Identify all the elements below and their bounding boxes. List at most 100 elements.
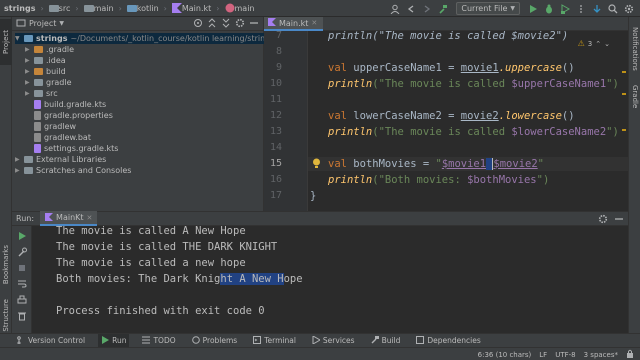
caret-position-widget[interactable]: 6:36 (10 chars): [478, 351, 532, 359]
breadcrumb-project[interactable]: strings: [0, 0, 39, 17]
gradle-tool-tab[interactable]: Gradle: [629, 81, 640, 113]
tool-tab-label: Services: [322, 336, 355, 345]
breadcrumb-kotlin[interactable]: kotlin: [123, 0, 163, 17]
close-icon[interactable]: ✕: [311, 19, 317, 27]
trash-icon[interactable]: [16, 310, 28, 322]
project-tree-item[interactable]: ▶ External Libraries: [15, 154, 106, 165]
notifications-tool-tab[interactable]: Notifications: [629, 21, 640, 77]
function-token: println: [328, 126, 373, 138]
run-panel-tools: [598, 212, 624, 227]
code-text: println("The movie is called $movie2"): [328, 31, 569, 42]
tool-tab-version-control[interactable]: Version Control: [14, 334, 88, 348]
project-tree-item[interactable]: ▶ Scratches and Consoles: [15, 165, 131, 176]
project-tree-item[interactable]: ▶ build: [25, 66, 66, 77]
gear-icon[interactable]: [235, 18, 245, 30]
chevron-down-icon[interactable]: ▼: [59, 20, 64, 27]
code-editor[interactable]: 7 8 9 10 11 12 13 14 15 16 17 ⚠ 3 ⌃ ⌄ println("The…: [264, 31, 628, 211]
hide-icon[interactable]: [614, 214, 624, 226]
project-tree-item[interactable]: gradle.properties: [25, 110, 113, 121]
chevron-down-icon[interactable]: ▼: [15, 35, 21, 42]
warning-marker[interactable]: [622, 93, 626, 95]
tool-tab-problems[interactable]: Problems: [189, 334, 241, 348]
breadcrumb-main[interactable]: main: [80, 0, 118, 17]
tool-tab-terminal[interactable]: Terminal: [250, 334, 299, 348]
line-number: 12: [269, 110, 282, 121]
rerun-icon[interactable]: [16, 230, 28, 242]
project-tree-item[interactable]: ▶ gradle: [25, 77, 72, 88]
gear-icon[interactable]: [622, 2, 636, 16]
tool-tab-run[interactable]: Run: [98, 333, 130, 348]
user-icon[interactable]: [388, 2, 402, 16]
collapse-all-icon[interactable]: [207, 18, 217, 30]
locate-icon[interactable]: [193, 18, 203, 30]
identifier-token: upperCaseName1 =: [353, 62, 461, 74]
project-tool-tab[interactable]: Project: [0, 19, 12, 65]
close-icon[interactable]: ✕: [87, 214, 93, 222]
expand-all-icon[interactable]: [221, 18, 231, 30]
wrench-icon[interactable]: [16, 246, 28, 258]
tool-tab-services[interactable]: Services: [309, 334, 358, 348]
editor-tab-main-kt[interactable]: Main.kt ✕: [264, 17, 324, 31]
chevron-right-icon[interactable]: ▶: [25, 79, 31, 86]
bottom-tool-tabs: Version Control Run TODO Problems Termin…: [0, 333, 640, 348]
bookmarks-tool-tab[interactable]: Bookmarks: [0, 241, 12, 289]
editor-tab-label: Main.kt: [279, 18, 309, 28]
breadcrumb-file[interactable]: Main.kt: [168, 0, 215, 17]
run-tab-mainkt[interactable]: MainKt ✕: [40, 211, 98, 226]
project-tree-item[interactable]: ▼ strings ~/Documents/_kotlin_course/kotli…: [15, 33, 275, 44]
chevron-right-icon[interactable]: ▶: [15, 156, 21, 163]
line-number: 7: [275, 31, 282, 41]
encoding-widget[interactable]: UTF-8: [555, 351, 575, 359]
project-tree-item[interactable]: build.gradle.kts: [25, 99, 106, 110]
chevron-down-icon[interactable]: ⌄: [604, 40, 610, 48]
debug-icon[interactable]: [542, 2, 556, 16]
chevron-right-icon[interactable]: ▶: [25, 57, 31, 64]
run-icon[interactable]: [526, 2, 540, 16]
inspection-widget[interactable]: ⚠ 3 ⌃ ⌄: [578, 39, 610, 48]
stop-icon[interactable]: [16, 262, 28, 274]
lock-icon[interactable]: [626, 349, 634, 360]
line-number: 13: [269, 126, 282, 137]
console-line: The movie is called THE DARK KNIGHT: [56, 241, 278, 253]
tool-tab-build[interactable]: Build: [368, 334, 404, 348]
project-tree-item[interactable]: ▶ src: [25, 88, 58, 99]
project-path: ~/Documents/_kotlin_course/kotlin learni…: [70, 34, 275, 43]
soft-wrap-icon[interactable]: [16, 278, 28, 290]
project-tree-item[interactable]: gradlew: [25, 121, 76, 132]
editor-scrollbar[interactable]: [622, 31, 628, 211]
line-separator-widget[interactable]: LF: [539, 351, 547, 359]
project-tree-item[interactable]: ▶ .gradle: [25, 44, 74, 55]
print-icon[interactable]: [16, 294, 28, 306]
vcs-update-icon[interactable]: [590, 2, 604, 16]
indent-widget[interactable]: 3 spaces*: [584, 351, 618, 359]
back-arrow-icon[interactable]: [404, 2, 418, 16]
structure-tool-tab[interactable]: Structure: [0, 293, 12, 337]
run-configuration-dropdown[interactable]: Current File ▼: [456, 2, 520, 15]
breadcrumb-function[interactable]: main: [221, 0, 259, 17]
project-tree-item[interactable]: settings.gradle.kts: [25, 143, 118, 154]
tool-tab-dependencies[interactable]: Dependencies: [413, 334, 483, 348]
tool-tab-todo[interactable]: TODO: [139, 334, 178, 348]
project-panel-title[interactable]: Project: [29, 19, 56, 28]
intention-bulb-icon[interactable]: [312, 158, 321, 171]
project-tree-item[interactable]: gradlew.bat: [25, 132, 91, 143]
build-hammer-icon[interactable]: [436, 2, 450, 16]
warning-marker[interactable]: [622, 129, 626, 131]
project-panel-tools: [193, 17, 259, 31]
coverage-icon[interactable]: [558, 2, 572, 16]
warning-marker[interactable]: [622, 71, 626, 73]
tool-tab-label: TODO: [153, 336, 176, 345]
breadcrumb-src[interactable]: src: [45, 0, 75, 17]
chevron-right-icon[interactable]: ▶: [25, 46, 31, 53]
chevron-right-icon[interactable]: ▶: [15, 167, 21, 174]
gear-icon[interactable]: [598, 214, 608, 226]
search-icon[interactable]: [606, 2, 620, 16]
chevron-right-icon[interactable]: ▶: [25, 90, 31, 97]
forward-arrow-icon[interactable]: [420, 2, 434, 16]
run-console-output[interactable]: The movie is called A New Hope The movie…: [32, 226, 628, 333]
more-actions-icon[interactable]: [574, 2, 588, 16]
chevron-up-icon[interactable]: ⌃: [595, 40, 601, 48]
chevron-right-icon[interactable]: ▶: [25, 68, 31, 75]
project-tree-item[interactable]: ▶ .idea: [25, 55, 66, 66]
hide-icon[interactable]: [249, 18, 259, 30]
